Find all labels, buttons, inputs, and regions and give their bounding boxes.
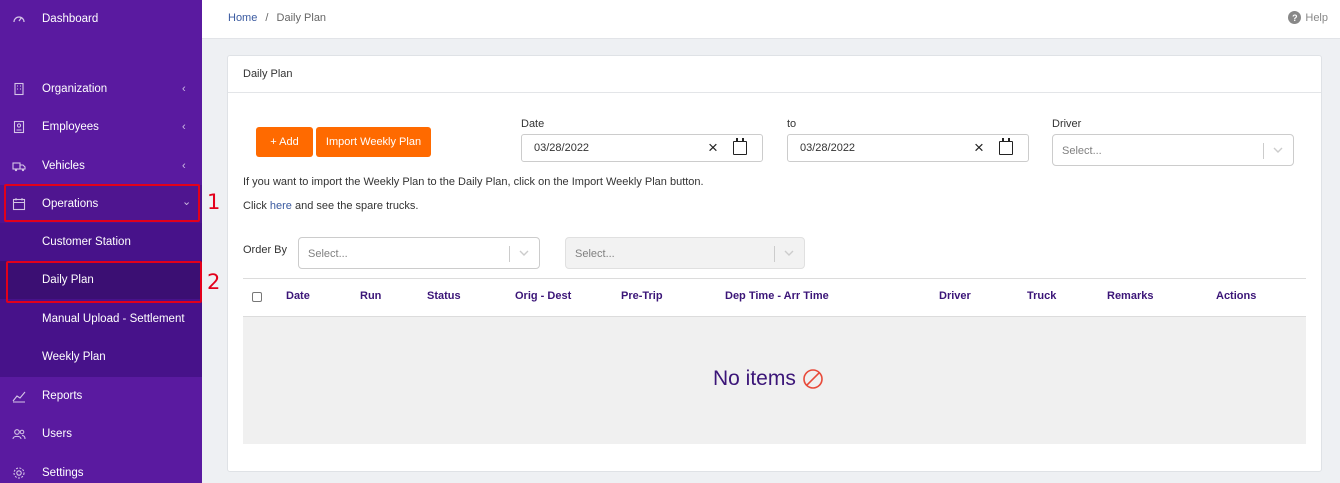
table-top-border: [243, 278, 1306, 279]
calendar-icon[interactable]: [733, 138, 747, 155]
sidebar-item-label: Dashboard: [42, 13, 99, 25]
topbar: Home / Daily Plan ? Help: [202, 0, 1340, 39]
date-from-value: 03/28/2022: [534, 142, 590, 154]
column-header-pre-trip[interactable]: Pre-Trip: [621, 290, 663, 302]
driver-placeholder: Select...: [1062, 145, 1102, 157]
chevron-down-icon: [1273, 147, 1283, 153]
select-separator: [509, 246, 510, 262]
breadcrumb-separator: /: [265, 12, 269, 24]
click-prefix: Click: [243, 200, 270, 212]
sidebar-item-employees[interactable]: Employees ‹: [0, 108, 202, 146]
help-link[interactable]: ? Help: [1288, 11, 1328, 24]
truck-icon: [12, 159, 26, 173]
chevron-left-icon: ‹: [182, 160, 186, 172]
sidebar-item-label: Vehicles: [42, 160, 85, 172]
driver-select[interactable]: Select...: [1052, 134, 1294, 166]
highlight-box-operations: [4, 184, 200, 222]
sidebar-item-organization[interactable]: Organization ‹: [0, 70, 202, 108]
submenu-item-weekly-plan[interactable]: Weekly Plan: [0, 338, 202, 376]
sidebar-item-reports[interactable]: Reports: [0, 377, 202, 415]
click-suffix: and see the spare trucks.: [291, 200, 419, 212]
gear-icon: [12, 466, 26, 480]
annotation-number-2: 2: [207, 270, 221, 294]
column-header-date[interactable]: Date: [286, 290, 310, 302]
column-header-status[interactable]: Status: [427, 290, 461, 302]
empty-state: No items: [243, 316, 1306, 444]
chevron-down-icon: [784, 250, 794, 256]
order-by-label: Order By: [243, 244, 288, 256]
divider: [228, 92, 1321, 93]
column-header-remarks[interactable]: Remarks: [1107, 290, 1153, 302]
column-header-run[interactable]: Run: [360, 290, 381, 302]
breadcrumb-home[interactable]: Home: [228, 12, 257, 24]
date-from-input[interactable]: 03/28/2022 ×: [521, 134, 763, 162]
help-label: Help: [1305, 11, 1328, 24]
column-header-driver[interactable]: Driver: [939, 290, 971, 302]
column-header-actions[interactable]: Actions: [1216, 290, 1256, 302]
sidebar-item-settings[interactable]: Settings: [0, 454, 202, 483]
select-separator: [1263, 143, 1264, 159]
ban-icon: [803, 369, 823, 389]
question-circle-icon: ?: [1288, 11, 1302, 24]
highlight-box-daily-plan: [6, 261, 202, 303]
building-icon: [12, 82, 26, 96]
submenu-item-customer-station[interactable]: Customer Station: [0, 223, 202, 261]
gauge-icon: [12, 12, 26, 26]
submenu-item-label: Weekly Plan: [42, 351, 106, 363]
sidebar: Dashboard Organization ‹ Employees ‹ Veh…: [0, 0, 202, 483]
order-direction-select: Select...: [565, 237, 805, 269]
sidebar-item-label: Employees: [42, 121, 99, 133]
order-by-placeholder: Select...: [308, 248, 348, 260]
chevron-left-icon: ‹: [182, 121, 186, 133]
order-direction-placeholder: Select...: [575, 248, 615, 260]
calendar-icon[interactable]: [999, 138, 1013, 155]
users-icon: [12, 427, 26, 441]
chevron-down-icon: [519, 250, 529, 256]
clear-icon[interactable]: ×: [974, 138, 984, 158]
sidebar-item-users[interactable]: Users: [0, 415, 202, 453]
sidebar-item-label: Users: [42, 428, 73, 440]
date-to-input[interactable]: 03/28/2022 ×: [787, 134, 1029, 162]
add-button[interactable]: + Add: [256, 127, 313, 157]
spare-trucks-text: Click here and see the spare trucks.: [243, 200, 419, 212]
order-by-select[interactable]: Select...: [298, 237, 540, 269]
breadcrumb-current: Daily Plan: [276, 12, 327, 24]
empty-state-message: No items: [713, 367, 824, 391]
select-separator: [774, 246, 775, 262]
submenu-item-label: Customer Station: [42, 236, 131, 248]
select-all-checkbox[interactable]: [252, 292, 262, 302]
submenu-item-manual-upload-settlement[interactable]: Manual Upload - Settlement: [0, 300, 202, 338]
date-label: Date: [521, 118, 545, 130]
driver-label: Driver: [1052, 118, 1082, 130]
sidebar-item-label: Reports: [42, 390, 83, 402]
to-label: to: [787, 118, 797, 130]
chart-line-icon: [12, 389, 26, 403]
clear-icon[interactable]: ×: [708, 138, 718, 158]
import-weekly-plan-button[interactable]: Import Weekly Plan: [316, 127, 431, 157]
sidebar-item-dashboard[interactable]: Dashboard: [0, 0, 202, 38]
daily-plan-card: Daily Plan + Add Import Weekly Plan Date…: [227, 55, 1322, 472]
submenu-item-label: Manual Upload - Settlement: [42, 313, 185, 325]
sidebar-item-label: Organization: [42, 83, 108, 95]
date-to-value: 03/28/2022: [800, 142, 856, 154]
column-header-orig-dest[interactable]: Orig - Dest: [515, 290, 571, 302]
chevron-left-icon: ‹: [182, 83, 186, 95]
column-header-truck[interactable]: Truck: [1027, 290, 1056, 302]
spare-trucks-link[interactable]: here: [270, 200, 292, 212]
column-header-dep-arr-time[interactable]: Dep Time - Arr Time: [725, 290, 829, 302]
sidebar-item-label: Settings: [42, 467, 84, 479]
card-title: Daily Plan: [243, 68, 293, 80]
breadcrumb: Home / Daily Plan: [228, 12, 326, 24]
import-info-text: If you want to import the Weekly Plan to…: [243, 176, 704, 188]
annotation-number-1: 1: [207, 190, 221, 214]
id-badge-icon: [12, 120, 26, 134]
empty-state-text: No items: [713, 367, 796, 390]
sidebar-item-vehicles[interactable]: Vehicles ‹: [0, 147, 202, 185]
